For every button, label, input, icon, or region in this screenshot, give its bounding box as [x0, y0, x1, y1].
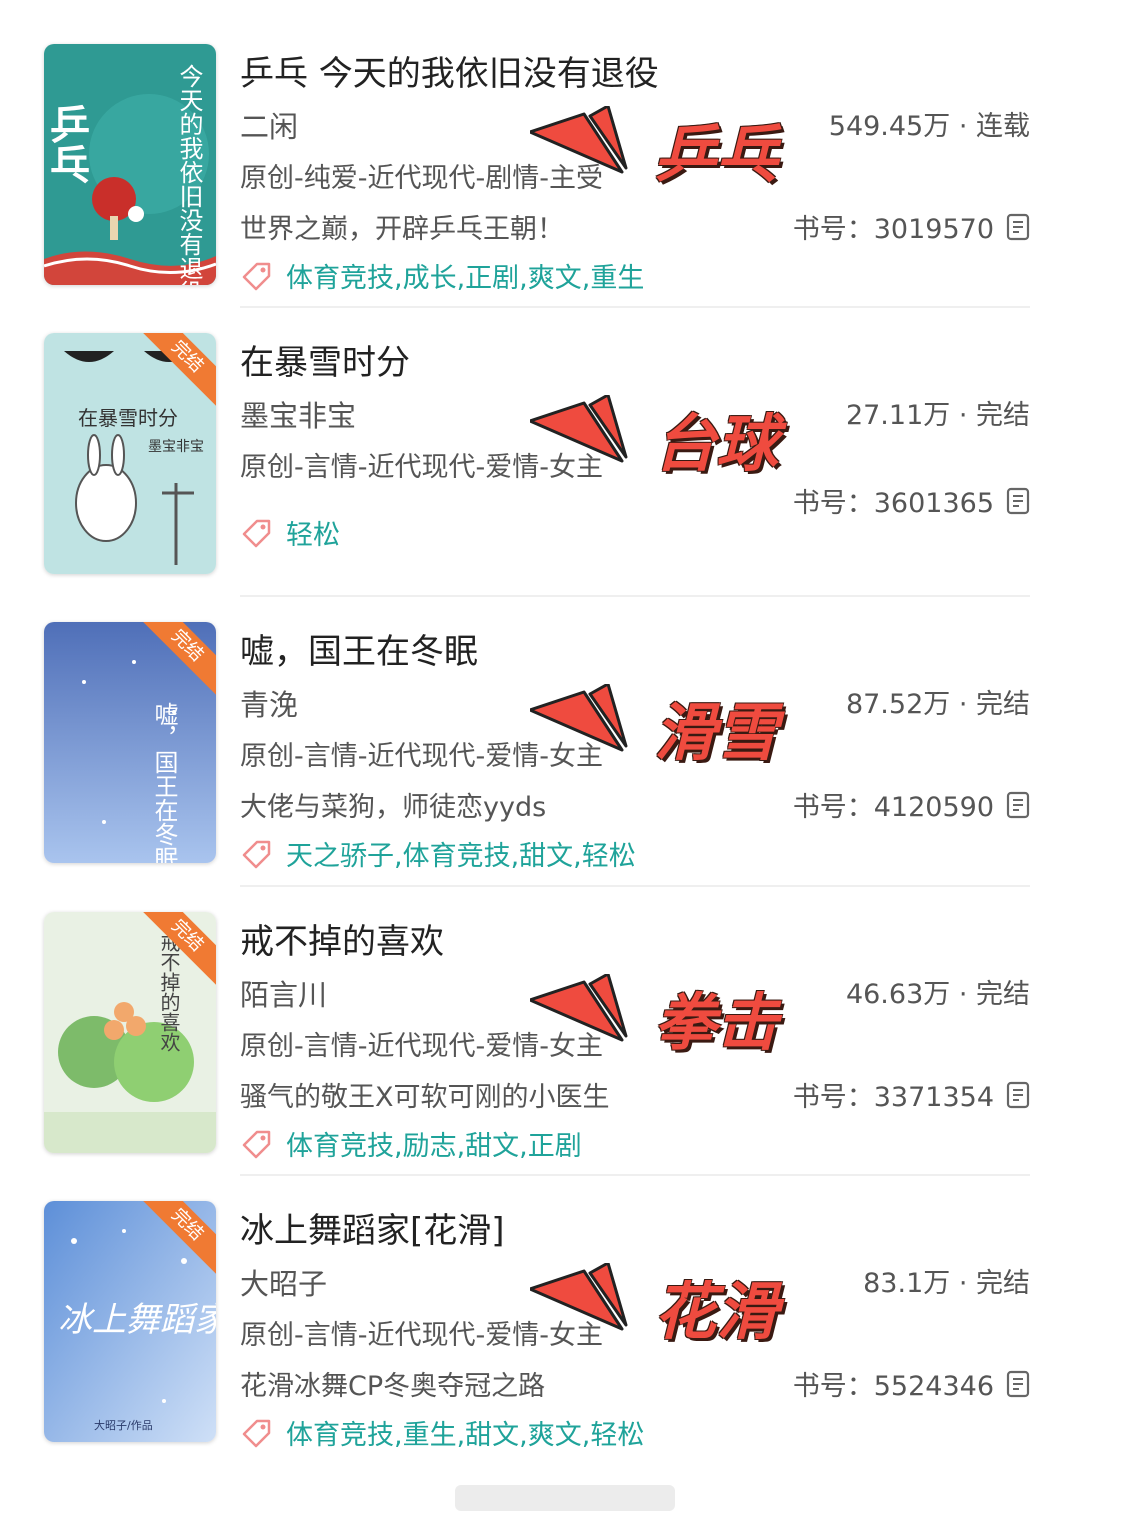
book-number: 书号：3019570: [793, 207, 1030, 246]
book-description: 骚气的敬王X可软可刚的小医生: [240, 1082, 610, 1113]
tag-list[interactable]: 体育竞技,重生,甜文,爽文,轻松: [286, 1413, 644, 1452]
cover-title: 在暴雪时分: [78, 406, 178, 430]
book-description: 世界之巅，开辟乒乓王朝！: [240, 214, 564, 245]
red-arrow-icon: [530, 1263, 628, 1331]
book-author[interactable]: 青浼: [240, 682, 298, 724]
book-stats: 46.63万 · 完结: [845, 979, 1030, 1010]
book-number: 书号：3601365: [793, 481, 1030, 520]
tag-icon: [242, 262, 271, 290]
book-item[interactable]: 戒不掉的喜欢 完结 戒不掉的喜欢 陌言川 原创-言情-近代现代-爱情-女主 骚气…: [44, 912, 1030, 1202]
book-icon: [1006, 1081, 1030, 1108]
cover-title: 戒不掉的喜欢: [157, 932, 181, 1052]
book-stats: 83.1万 · 完结: [863, 1268, 1030, 1299]
book-number: 书号：3371354: [793, 1075, 1030, 1114]
red-arrow-icon: [530, 106, 628, 174]
book-description: 大佬与菜狗，师徒恋yyds: [240, 792, 547, 823]
book-author[interactable]: 陌言川: [240, 972, 327, 1014]
tag-icon: [242, 840, 271, 868]
book-number: 书号：4120590: [793, 785, 1030, 824]
red-arrow-icon: [530, 684, 628, 752]
book-cover[interactable]: 嘘，国王在冬眠 完结: [44, 622, 216, 863]
book-title[interactable]: 戒不掉的喜欢: [240, 914, 444, 963]
book-icon: [1006, 213, 1030, 240]
book-item[interactable]: 乒乓 今天的我依旧没有退役 乒乓 今天的我依旧没有退役 二闲 原创-纯爱-近代现…: [44, 44, 1030, 334]
sport-label: 拳击: [654, 986, 779, 1059]
book-stats: 27.11万 · 完结: [845, 400, 1030, 431]
book-tags: 体育竞技,成长,正剧,爽文,重生: [240, 256, 644, 295]
sport-label: 滑雪: [654, 696, 779, 769]
book-icon: [1006, 1370, 1030, 1397]
tag-icon: [242, 1419, 271, 1447]
book-stats: 87.52万 · 完结: [845, 689, 1030, 720]
cover-subtitle: 墨宝非宝: [148, 439, 204, 455]
book-number-text: 书号：3371354: [792, 1082, 994, 1113]
book-item[interactable]: 冰上舞蹈家 大昭子/作品 完结 冰上舞蹈家[花滑] 大昭子 原创-言情-近代现代…: [44, 1201, 1030, 1491]
divider: [240, 595, 1030, 597]
cover-subtitle: 大昭子/作品: [94, 1418, 153, 1432]
book-tags: 天之骄子,体育竞技,甜文,轻松: [240, 834, 636, 873]
sport-label: 台球: [654, 407, 779, 480]
red-arrow-icon: [530, 395, 628, 463]
cover-title: 乒乓: [44, 104, 89, 184]
sport-label: 乒乓: [654, 118, 779, 191]
tag-icon: [242, 519, 271, 547]
book-title[interactable]: 乒乓 今天的我依旧没有退役: [240, 46, 659, 95]
book-number-text: 书号：3019570: [792, 214, 994, 245]
tag-list[interactable]: 天之骄子,体育竞技,甜文,轻松: [286, 834, 636, 873]
tag-list[interactable]: 体育竞技,励志,甜文,正剧: [286, 1124, 582, 1163]
tag-list[interactable]: 轻松: [286, 513, 340, 552]
book-number: 书号：5524346: [793, 1364, 1030, 1403]
book-item[interactable]: 嘘，国王在冬眠 完结 嘘，国王在冬眠 青浼 原创-言情-近代现代-爱情-女主 大…: [44, 622, 1030, 912]
cover-subtitle: 今天的我依旧没有退役: [175, 64, 203, 285]
book-author[interactable]: 大昭子: [240, 1261, 327, 1303]
book-number-text: 书号：3601365: [792, 488, 994, 519]
book-icon: [1006, 487, 1030, 514]
tag-list[interactable]: 体育竞技,成长,正剧,爽文,重生: [286, 256, 644, 295]
book-tags: 体育竞技,重生,甜文,爽文,轻松: [240, 1413, 644, 1452]
book-cover[interactable]: 冰上舞蹈家 大昭子/作品 完结: [44, 1201, 216, 1442]
red-arrow-icon: [530, 974, 628, 1042]
divider: [240, 885, 1030, 887]
book-icon: [1006, 791, 1030, 818]
book-cover[interactable]: 戒不掉的喜欢 完结: [44, 912, 216, 1153]
book-author[interactable]: 二闲: [240, 104, 298, 146]
book-title[interactable]: 嘘，国王在冬眠: [240, 624, 478, 673]
book-number-text: 书号：4120590: [792, 792, 994, 823]
cover-title: 嘘，国王在冬眠: [150, 702, 178, 863]
divider: [240, 1174, 1030, 1176]
book-stats: 549.45万 · 连载: [828, 111, 1030, 142]
book-title[interactable]: 在暴雪时分: [240, 335, 410, 384]
divider: [240, 306, 1030, 308]
book-item[interactable]: 在暴雪时分 墨宝非宝 完结 在暴雪时分 墨宝非宝 原创-言情-近代现代-爱情-女…: [44, 333, 1030, 623]
book-author[interactable]: 墨宝非宝: [240, 393, 356, 435]
book-description: 花滑冰舞CP冬奥夺冠之路: [240, 1371, 546, 1402]
book-title[interactable]: 冰上舞蹈家[花滑]: [240, 1203, 505, 1252]
blurred-watermark: [455, 1485, 675, 1511]
sport-label: 花滑: [654, 1275, 779, 1348]
tag-icon: [242, 1130, 271, 1158]
book-number-text: 书号：5524346: [792, 1371, 994, 1402]
cover-title: 冰上舞蹈家: [58, 1300, 216, 1340]
book-tags: 轻松: [240, 513, 340, 552]
book-cover[interactable]: 在暴雪时分 墨宝非宝 完结: [44, 333, 216, 574]
book-tags: 体育竞技,励志,甜文,正剧: [240, 1124, 582, 1163]
book-cover[interactable]: 乒乓 今天的我依旧没有退役: [44, 44, 216, 285]
